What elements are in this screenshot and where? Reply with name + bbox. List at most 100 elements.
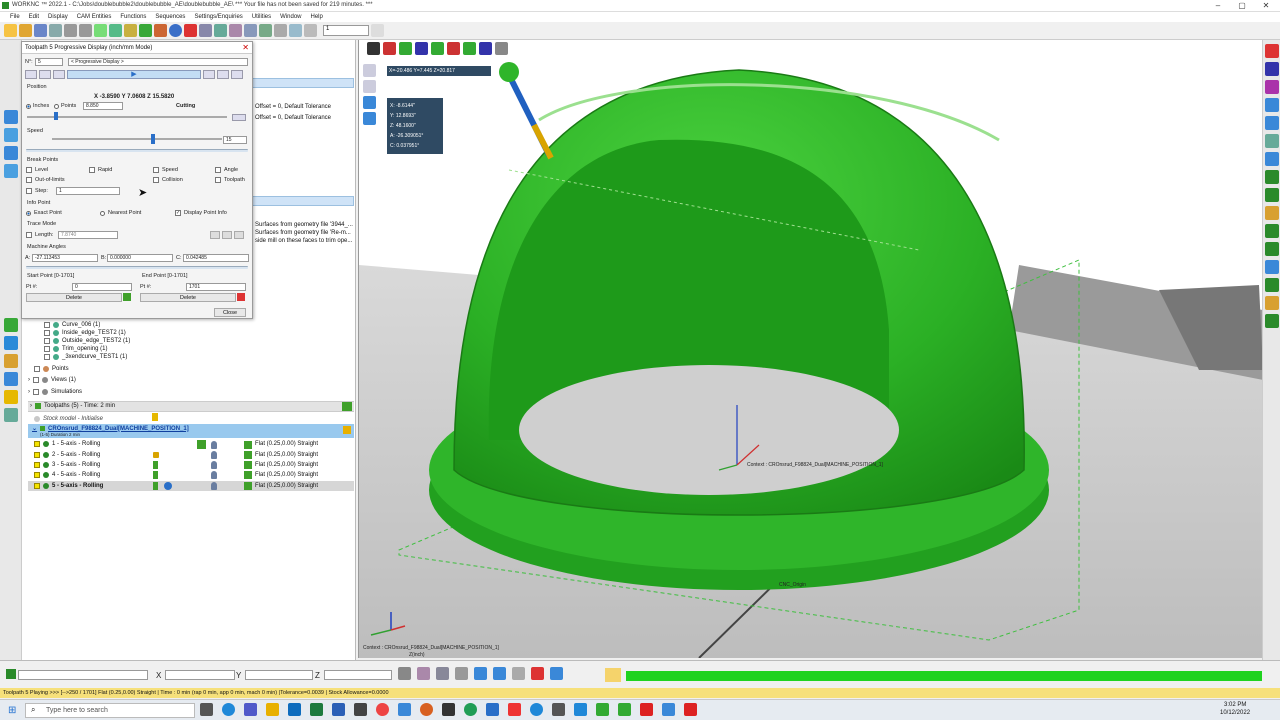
app-icon-8[interactable] bbox=[574, 703, 587, 716]
right-icon-4[interactable] bbox=[1264, 98, 1279, 112]
start-pick-icon[interactable] bbox=[123, 293, 131, 301]
menu-edit[interactable]: Edit bbox=[29, 14, 39, 20]
stop-icon[interactable] bbox=[184, 24, 197, 37]
tool-icon-1[interactable] bbox=[3, 110, 18, 124]
app-icon-3[interactable] bbox=[442, 703, 455, 716]
tree-curve-5[interactable]: _3xendcurve_TEST1 (1) bbox=[44, 354, 127, 360]
cube-top-icon[interactable] bbox=[363, 112, 376, 125]
task-view-icon[interactable] bbox=[200, 703, 213, 716]
excel-icon[interactable] bbox=[310, 703, 323, 716]
y-input[interactable] bbox=[245, 670, 313, 680]
cube-view-icon[interactable] bbox=[363, 64, 376, 77]
cube-outline-icon[interactable] bbox=[363, 80, 376, 93]
toolpath-row-1[interactable]: 1 - 5-axis - Rolling bbox=[34, 441, 100, 447]
trace-btn-3[interactable] bbox=[234, 231, 244, 239]
menu-window[interactable]: Window bbox=[280, 14, 301, 20]
a-input[interactable]: -27.113453 bbox=[32, 254, 98, 262]
right-icon-8[interactable] bbox=[1264, 170, 1279, 184]
right-icon-15[interactable] bbox=[1264, 296, 1279, 310]
pick-icon[interactable] bbox=[417, 667, 430, 680]
machine-settings-icon[interactable] bbox=[343, 426, 351, 434]
app-icon-7[interactable] bbox=[552, 703, 565, 716]
speed-slider[interactable] bbox=[52, 138, 222, 140]
camera-icon[interactable] bbox=[354, 703, 367, 716]
app-icon-4[interactable] bbox=[464, 703, 477, 716]
tool-icon-3[interactable] bbox=[3, 146, 18, 160]
menu-cam-entities[interactable]: CAM Entities bbox=[77, 14, 112, 20]
measure-icon[interactable] bbox=[455, 667, 468, 680]
machine-node[interactable]: ⌄ CROnsrud_F98824_Dual[MACHINE_POSITION_1… bbox=[32, 425, 189, 433]
redo-icon[interactable] bbox=[79, 24, 92, 37]
play-button[interactable]: ▶ bbox=[67, 70, 201, 79]
view-green-icon[interactable] bbox=[399, 42, 412, 55]
toolpath-row-5[interactable]: 5 - 5-axis - Rolling bbox=[34, 483, 103, 489]
trace-btn-1[interactable] bbox=[210, 231, 220, 239]
end-delete-button[interactable]: Delete bbox=[140, 293, 236, 302]
check-icon[interactable] bbox=[139, 24, 152, 37]
outlook-icon[interactable] bbox=[288, 703, 301, 716]
speed-checkbox[interactable]: Speed bbox=[153, 167, 178, 173]
cursor-icon[interactable] bbox=[398, 667, 411, 680]
tree-views[interactable]: › Views (1) bbox=[28, 377, 76, 383]
right-icon-14[interactable] bbox=[1264, 278, 1279, 292]
fast-forward-button[interactable] bbox=[217, 70, 229, 79]
stock-model[interactable]: Stock model - Initialise bbox=[34, 416, 103, 422]
pan-icon[interactable] bbox=[244, 24, 257, 37]
undo-icon[interactable] bbox=[64, 24, 77, 37]
inches-radio[interactable]: Inches bbox=[26, 103, 49, 109]
end-pt-input[interactable]: 1701 bbox=[186, 283, 246, 291]
start-delete-button[interactable]: Delete bbox=[26, 293, 122, 302]
zoom-view-icon[interactable] bbox=[495, 42, 508, 55]
right-icon-16[interactable] bbox=[1264, 314, 1279, 328]
file-explorer-icon[interactable] bbox=[266, 703, 279, 716]
right-icon-13[interactable] bbox=[1264, 260, 1279, 274]
filter-icon[interactable] bbox=[474, 667, 487, 680]
level-checkbox[interactable]: Level bbox=[26, 167, 48, 173]
dialog-close-icon[interactable]: ✕ bbox=[242, 43, 249, 52]
youtube-icon[interactable] bbox=[508, 703, 521, 716]
app-icon-5[interactable] bbox=[486, 703, 499, 716]
minimize-button[interactable]: – bbox=[1206, 0, 1230, 12]
step-checkbox[interactable]: Step: bbox=[26, 188, 48, 194]
right-icon-11[interactable] bbox=[1264, 224, 1279, 238]
right-icon-9[interactable] bbox=[1264, 188, 1279, 202]
tree-curve-4[interactable]: Trim_opening (1) bbox=[44, 346, 107, 352]
app-icon-10[interactable] bbox=[662, 703, 675, 716]
edge-icon[interactable] bbox=[222, 703, 235, 716]
layers-icon[interactable] bbox=[199, 24, 212, 37]
worknc-task-icon[interactable] bbox=[618, 703, 631, 716]
stop-button[interactable] bbox=[53, 70, 65, 79]
menu-display[interactable]: Display bbox=[48, 14, 68, 20]
menu-functions[interactable]: Functions bbox=[120, 14, 146, 20]
hand-tool-icon[interactable] bbox=[605, 668, 621, 682]
toolpath-checkbox[interactable]: Toolpath bbox=[215, 177, 245, 183]
right-icon-5[interactable] bbox=[1264, 116, 1279, 130]
teams-icon[interactable] bbox=[244, 703, 257, 716]
layer-combo[interactable]: 1 bbox=[323, 25, 369, 36]
pencil-icon[interactable] bbox=[124, 24, 137, 37]
x-input[interactable] bbox=[165, 670, 235, 680]
taskbar-search[interactable]: Type here to search bbox=[25, 703, 195, 718]
tool-icon-4[interactable] bbox=[3, 164, 18, 178]
view-top-icon[interactable] bbox=[479, 42, 492, 55]
position-slider-thumb[interactable] bbox=[54, 112, 58, 120]
acrobat-icon[interactable] bbox=[640, 703, 653, 716]
menu-file[interactable]: File bbox=[10, 14, 20, 20]
layer-icon[interactable] bbox=[493, 667, 506, 680]
view-blue-icon[interactable] bbox=[415, 42, 428, 55]
view-side-icon[interactable] bbox=[463, 42, 476, 55]
speed-input[interactable]: 15 bbox=[223, 136, 247, 144]
delete-icon[interactable] bbox=[531, 667, 544, 680]
new-file-icon[interactable] bbox=[4, 24, 17, 37]
app-icon-1[interactable] bbox=[398, 703, 411, 716]
cube-icon[interactable] bbox=[289, 24, 302, 37]
mode-select[interactable]: < Progressive Display > bbox=[68, 58, 248, 66]
word-icon[interactable] bbox=[332, 703, 345, 716]
z-input[interactable] bbox=[324, 670, 392, 680]
n-input[interactable]: 5 bbox=[35, 58, 63, 66]
app-icon-6[interactable] bbox=[530, 703, 543, 716]
tool-icon[interactable] bbox=[154, 24, 167, 37]
view-icon[interactable] bbox=[214, 24, 227, 37]
out-of-limits-checkbox[interactable]: Out-of-limits bbox=[26, 177, 65, 183]
view-iso-icon[interactable] bbox=[431, 42, 444, 55]
